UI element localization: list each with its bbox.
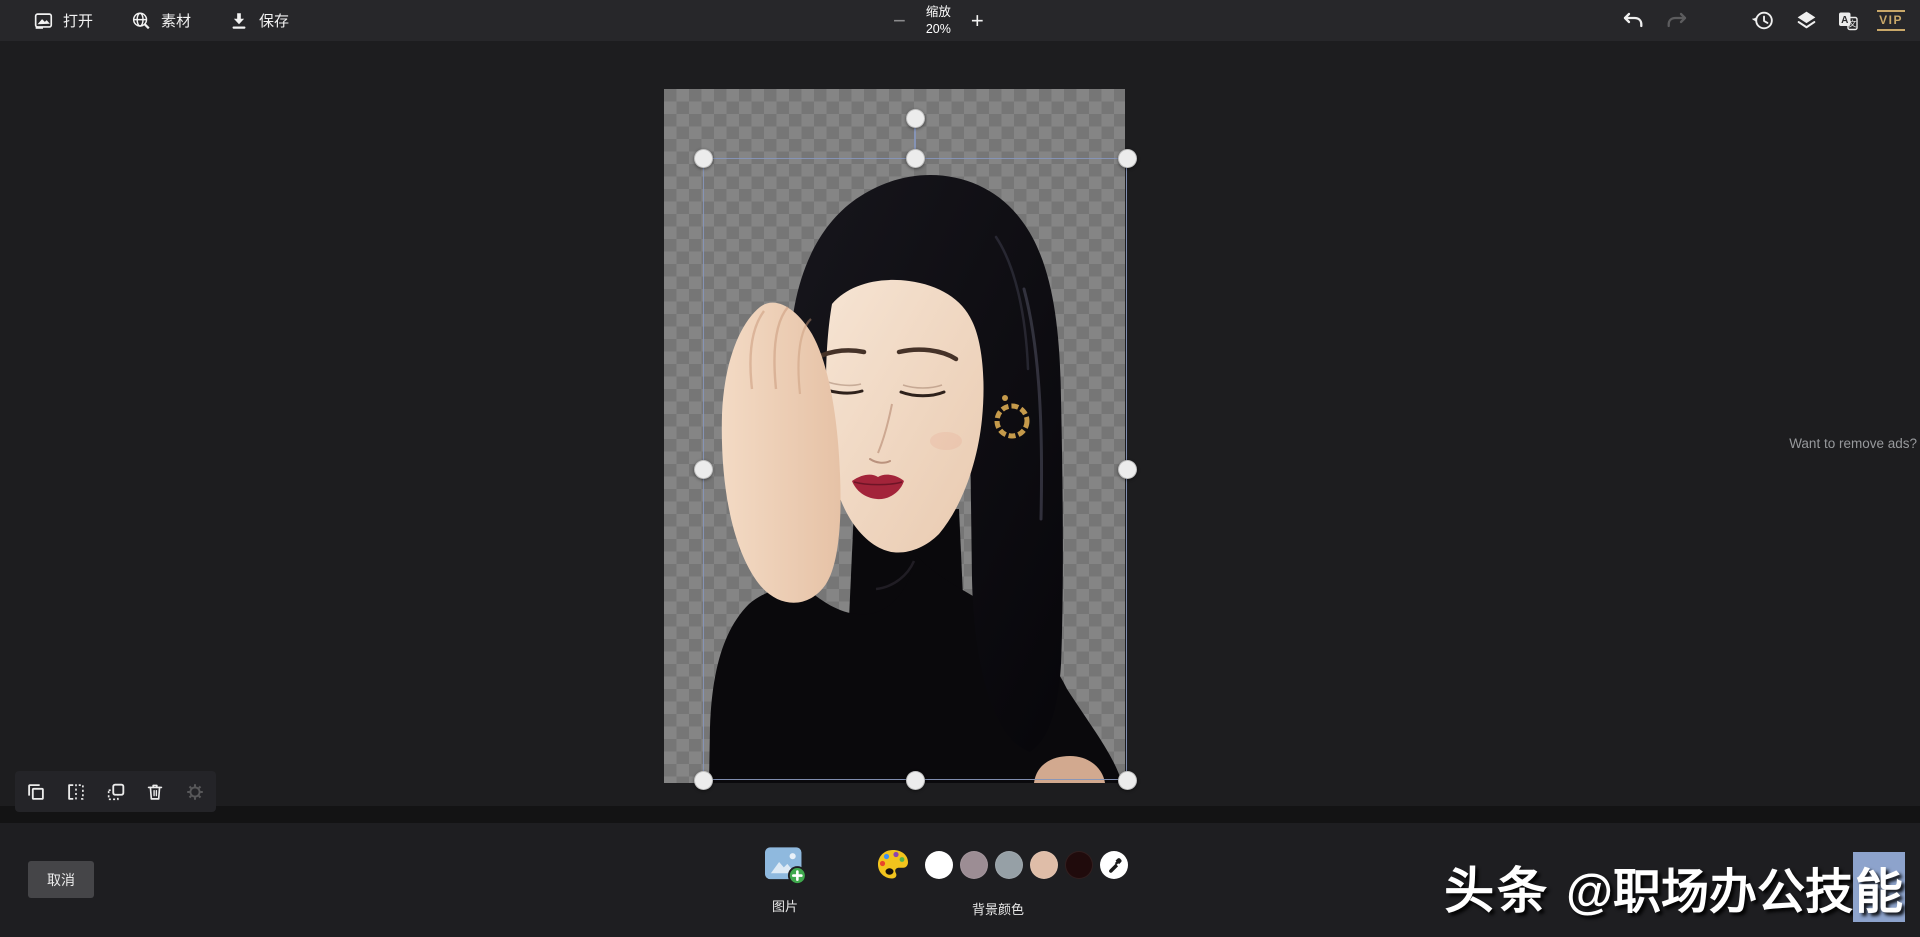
zoom-value: 20%	[926, 21, 951, 37]
settings-gear-icon[interactable]	[184, 781, 206, 803]
selection-rotate-handle[interactable]	[906, 109, 925, 128]
canvas-bottom-strip	[0, 806, 1920, 823]
history-icon[interactable]	[1751, 8, 1776, 33]
redo-icon[interactable]	[1665, 9, 1689, 33]
selection-handle-mid-right[interactable]	[1118, 460, 1137, 479]
file-actions: 打开 素材	[32, 0, 326, 41]
open-label: 打开	[63, 10, 93, 31]
watermark-handle: @职场办公技	[1566, 852, 1853, 922]
selection-handle-bottom-right[interactable]	[1118, 771, 1137, 790]
save-button[interactable]: 保存	[228, 10, 289, 32]
zoom-controls: − 缩放 20% +	[893, 0, 984, 41]
color-swatch-mauve[interactable]	[960, 851, 988, 879]
cancel-button[interactable]: 取消	[28, 861, 94, 898]
portrait-photo	[664, 89, 1125, 783]
layer-toolbar	[15, 771, 216, 812]
selection-handle-top-mid[interactable]	[906, 149, 925, 168]
history-actions: 文 A VIP	[1621, 0, 1905, 41]
zoom-label: 缩放	[926, 4, 951, 20]
color-swatch-white[interactable]	[925, 851, 953, 879]
bottom-panel: 取消 图片	[0, 823, 1920, 937]
selection-handle-top-left[interactable]	[694, 149, 713, 168]
save-label: 保存	[259, 10, 289, 31]
watermark-highlight: 能	[1853, 852, 1905, 922]
duplicate-icon[interactable]	[25, 781, 47, 803]
eyedropper-icon[interactable]	[1100, 851, 1128, 879]
material-globe-search-icon	[130, 10, 152, 32]
material-label: 素材	[161, 10, 191, 31]
background-color-group	[875, 847, 1128, 883]
selection-handle-bottom-mid[interactable]	[906, 771, 925, 790]
arrange-order-icon[interactable]	[105, 781, 127, 803]
color-swatch-dark-maroon[interactable]	[1065, 851, 1093, 879]
save-download-icon	[228, 10, 250, 32]
delete-icon[interactable]	[144, 781, 166, 803]
background-color-label: 背景颜色	[948, 899, 1048, 918]
svg-text:A: A	[1841, 14, 1848, 25]
zoom-out-button[interactable]: −	[893, 10, 906, 32]
zoom-display: 缩放 20%	[926, 4, 951, 37]
image-tool-label: 图片	[755, 896, 815, 915]
selection-handle-bottom-left[interactable]	[694, 771, 713, 790]
selection-handle-mid-left[interactable]	[694, 460, 713, 479]
image-tool[interactable]: 图片	[755, 845, 815, 915]
zoom-in-button[interactable]: +	[971, 10, 984, 32]
flip-horizontal-icon[interactable]	[65, 781, 87, 803]
remove-ads-link[interactable]: Want to remove ads?	[1789, 436, 1917, 451]
canvas-image[interactable]	[664, 89, 1125, 783]
watermark-brand: 头条	[1444, 851, 1550, 923]
layers-icon[interactable]	[1794, 8, 1819, 33]
undo-icon[interactable]	[1621, 9, 1645, 33]
watermark: 头条 @职场办公技 能	[1444, 851, 1905, 923]
color-swatch-gray[interactable]	[995, 851, 1023, 879]
material-button[interactable]: 素材	[130, 10, 191, 32]
open-image-icon	[32, 10, 54, 32]
vip-badge[interactable]: VIP	[1877, 10, 1905, 31]
translate-icon[interactable]: 文 A	[1836, 9, 1860, 33]
photo-editor-app: 打开 素材	[0, 0, 1920, 937]
top-toolbar: 打开 素材	[0, 0, 1920, 41]
color-swatch-tan[interactable]	[1030, 851, 1058, 879]
open-button[interactable]: 打开	[32, 10, 93, 32]
palette-icon[interactable]	[875, 847, 911, 883]
selection-handle-top-right[interactable]	[1118, 149, 1137, 168]
add-image-icon	[762, 872, 808, 889]
